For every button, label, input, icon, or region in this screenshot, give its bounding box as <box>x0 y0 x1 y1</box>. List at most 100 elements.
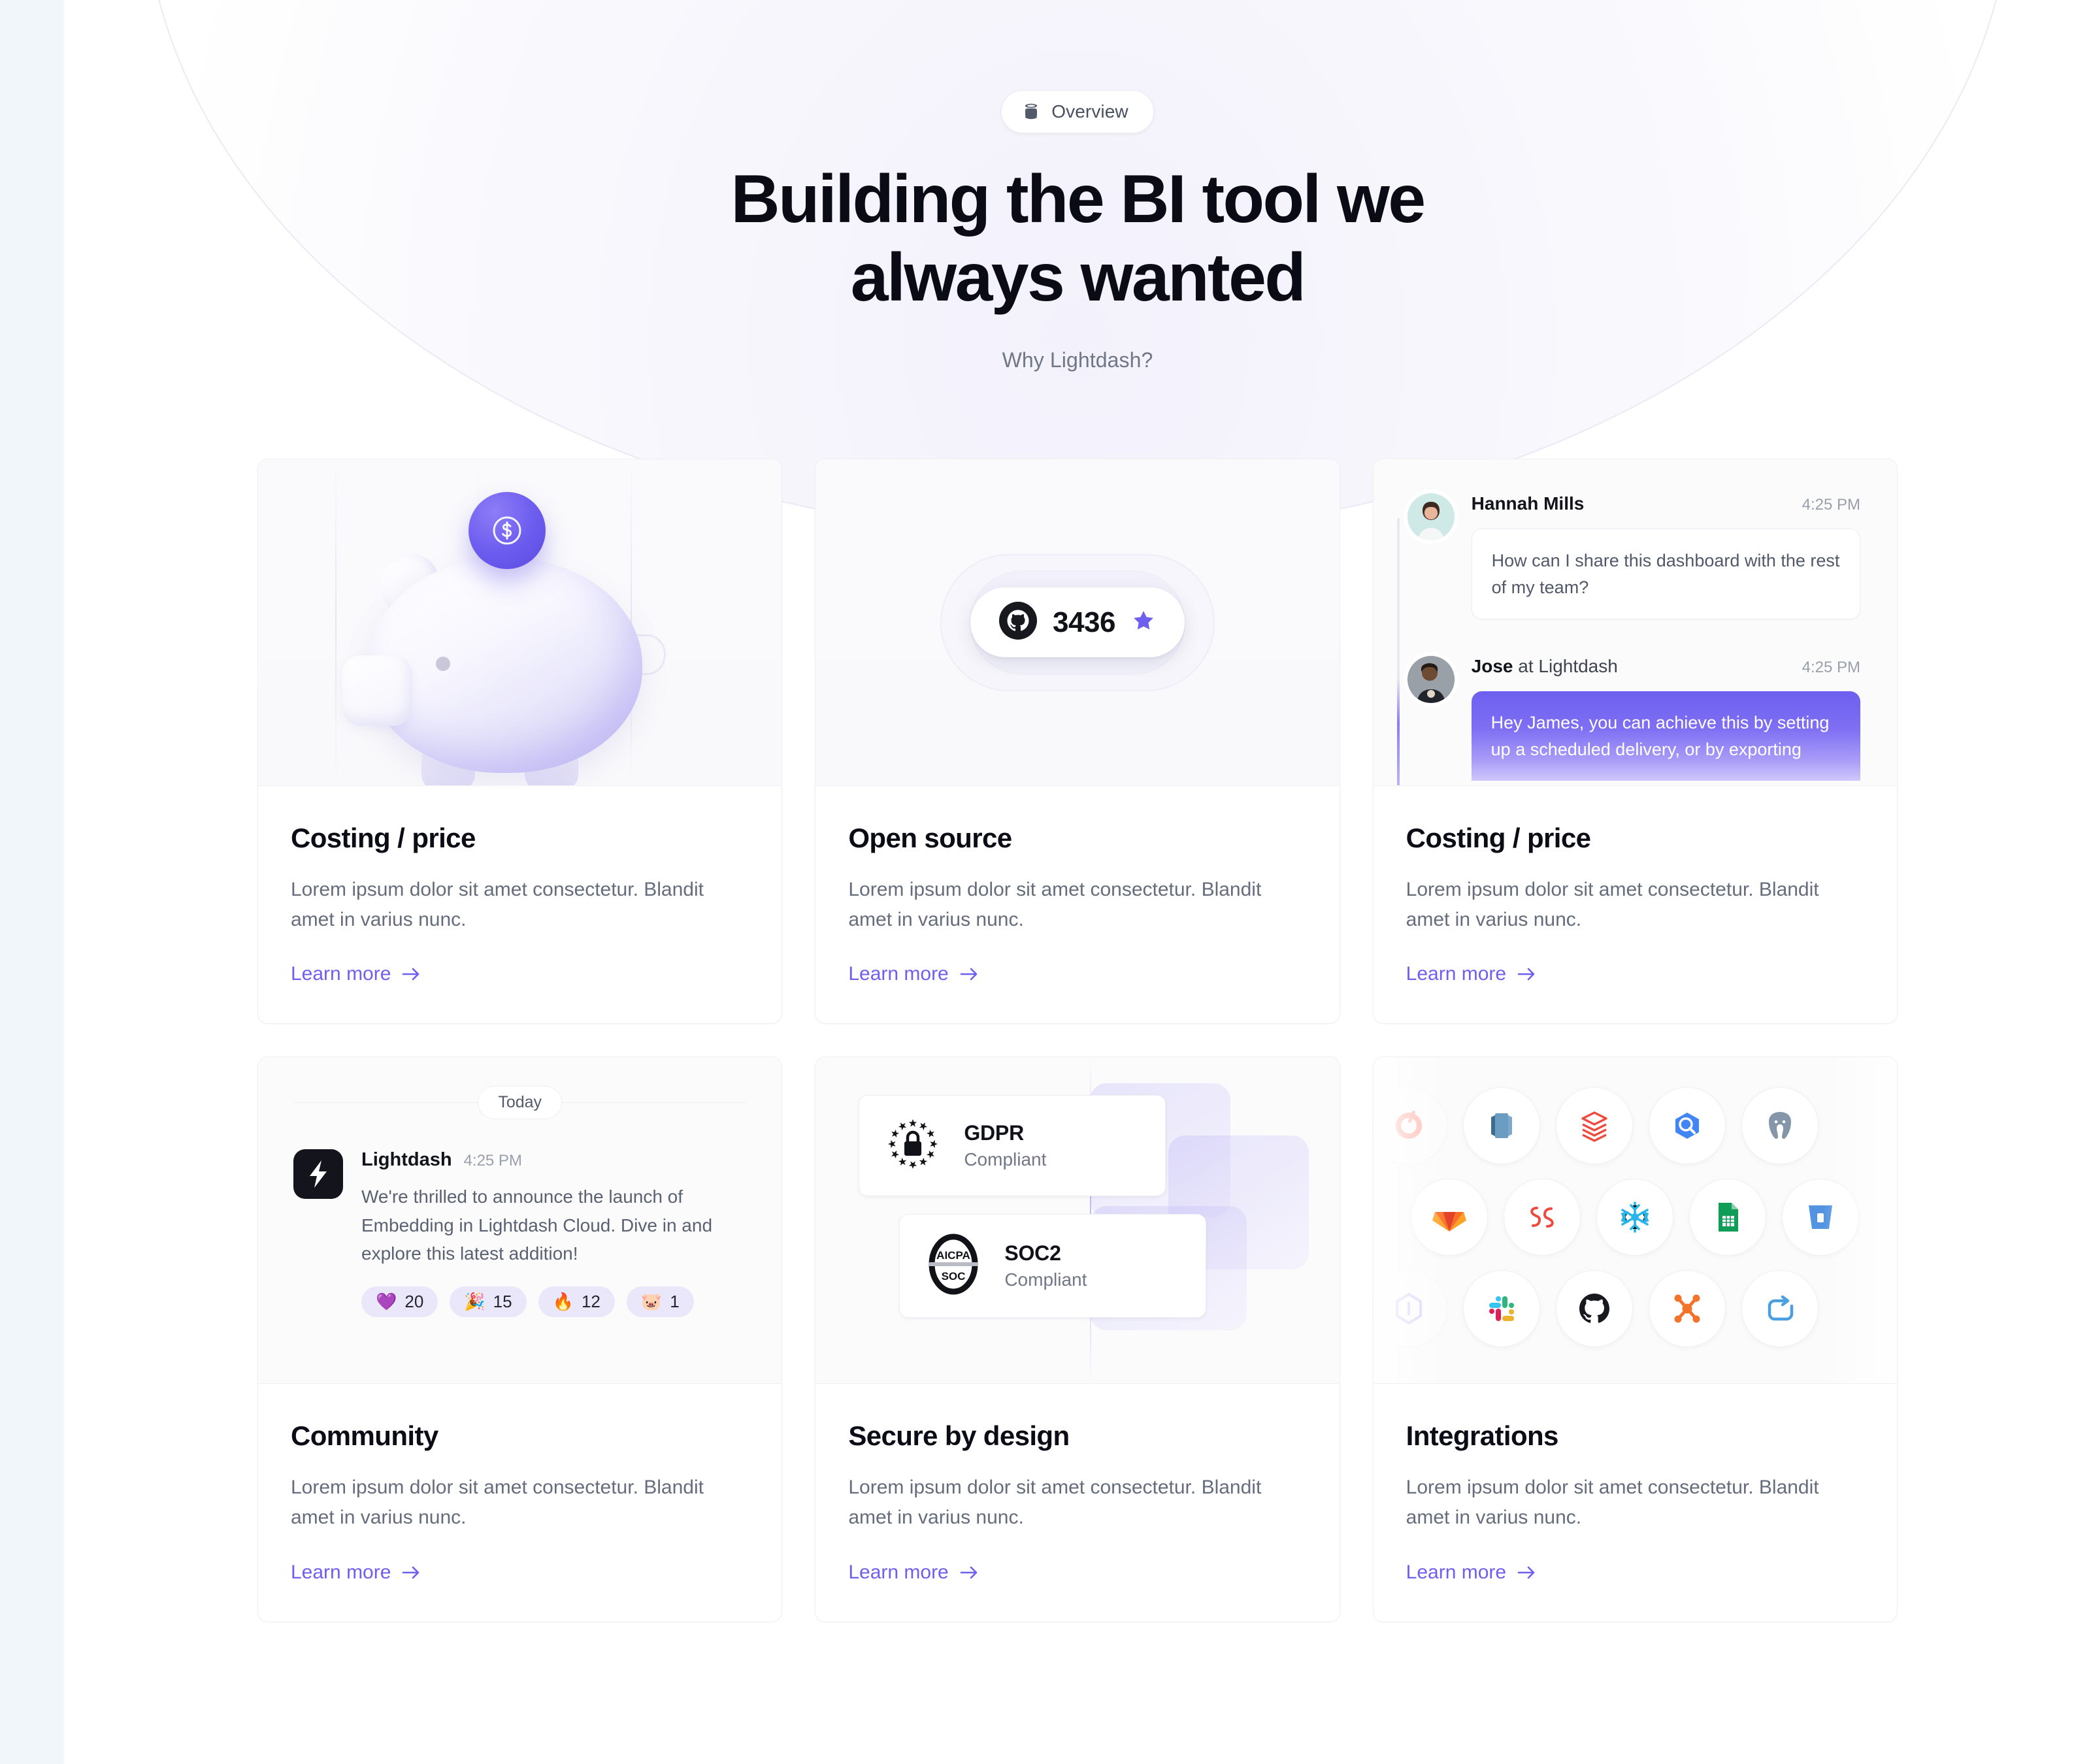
headline-line-2: always wanted <box>850 239 1306 316</box>
card-media-github-stars: 3436 <box>815 459 1340 787</box>
backdrop-stripe <box>335 459 337 786</box>
eyebrow-label: Overview <box>1051 101 1128 122</box>
chat-bubble: Hey James, you can achieve this by setti… <box>1471 691 1860 781</box>
avatar <box>1407 656 1455 704</box>
feature-card-costing-price-chat[interactable]: Hannah Mills 4:25 PM How can I share thi… <box>1372 459 1898 1024</box>
card-media-support-chat: Hannah Mills 4:25 PM How can I share thi… <box>1373 459 1897 787</box>
reaction-chip[interactable]: 🔥 12 <box>538 1286 615 1317</box>
badge-status: Compliant <box>964 1149 1047 1170</box>
card-media-compliance-badges: GDPR Compliant AICPA SOC SOC2 Compliant <box>815 1057 1340 1384</box>
feature-card-open-source[interactable]: 3436 Open source Lorem ipsum dolor sit a… <box>815 459 1340 1024</box>
reaction-chip[interactable]: 🐷 1 <box>626 1286 694 1317</box>
integration-row <box>1373 1270 1897 1348</box>
card-title: Secure by design <box>848 1420 1070 1452</box>
card-description: Lorem ipsum dolor sit amet consectetur. … <box>1406 879 1819 930</box>
card-media-piggy-bank <box>258 459 782 787</box>
card-body: Open source Lorem ipsum dolor sit amet c… <box>815 786 1339 1023</box>
card-description: Lorem ipsum dolor sit amet consectetur. … <box>291 1477 704 1528</box>
avatar <box>1407 493 1455 541</box>
party-popper-emoji: 🎉 <box>464 1292 486 1312</box>
separator-line <box>562 1102 747 1103</box>
learn-more-link[interactable]: Learn more <box>1406 963 1536 985</box>
github-icon <box>999 602 1038 643</box>
chat-author-name: Jose <box>1471 656 1513 677</box>
github-star-count: 3436 <box>1053 606 1115 638</box>
svg-text:SOC: SOC <box>942 1270 966 1282</box>
reaction-count: 1 <box>670 1291 680 1311</box>
github-star-pill[interactable]: 3436 <box>970 587 1185 658</box>
learn-more-link[interactable]: Learn more <box>291 1561 421 1584</box>
arrow-right-icon <box>959 966 979 983</box>
feature-card-community[interactable]: Today Lightdash 4:25 PM We're thrilled t… <box>257 1056 783 1622</box>
database-icon <box>1023 103 1040 121</box>
chat-bubble: How can I share this dashboard with the … <box>1471 529 1860 620</box>
learn-more-link[interactable]: Learn more <box>1406 1561 1536 1584</box>
badge-text: GDPR Compliant <box>964 1121 1046 1170</box>
card-body: Secure by design Lorem ipsum dolor sit a… <box>815 1384 1339 1621</box>
badge-title: GDPR <box>964 1121 1024 1145</box>
chat-timestamp: 4:25 PM <box>1802 496 1860 514</box>
card-body: Costing / price Lorem ipsum dolor sit am… <box>1374 786 1897 1023</box>
snowflake-icon <box>1596 1179 1674 1256</box>
card-description: Lorem ipsum dolor sit amet consectetur. … <box>291 879 704 930</box>
thread-connector <box>1396 518 1400 786</box>
slack-announcement: Today Lightdash 4:25 PM We're thrilled t… <box>258 1057 782 1383</box>
chat-message: Jose at Lightdash 4:25 PM Hey James, you… <box>1407 656 1860 781</box>
learn-more-link[interactable]: Learn more <box>291 963 421 985</box>
learn-more-label: Learn more <box>291 963 391 985</box>
card-title: Open source <box>848 823 1012 854</box>
slack-icon <box>1463 1270 1541 1348</box>
arrow-right-icon <box>1517 1564 1536 1581</box>
integration-row <box>1374 1179 1897 1256</box>
feature-card-secure-by-design[interactable]: GDPR Compliant AICPA SOC SOC2 Compliant … <box>815 1056 1340 1622</box>
dollar-coin-icon <box>469 492 546 570</box>
page-subtitle: Why Lightdash? <box>1002 348 1153 372</box>
chat-column: Hannah Mills 4:25 PM How can I share thi… <box>1471 493 1860 620</box>
card-title: Costing / price <box>1406 823 1591 854</box>
slack-message-body: Lightdash 4:25 PM We're thrilled to anno… <box>361 1149 746 1317</box>
chat-header: Jose at Lightdash 4:25 PM <box>1472 656 1860 677</box>
databricks-icon <box>1556 1087 1634 1165</box>
chat-timestamp: 4:25 PM <box>1802 659 1860 677</box>
learn-more-link[interactable]: Learn more <box>848 1561 978 1584</box>
reaction-list: 💜 20 🎉 15 🔥 12 🐷 1 <box>361 1286 746 1317</box>
arrow-right-icon <box>401 966 421 983</box>
learn-more-label: Learn more <box>291 1561 391 1583</box>
pig-face-emoji: 🐷 <box>640 1292 663 1312</box>
airbyte-icon <box>1649 1270 1726 1348</box>
slack-message: Lightdash 4:25 PM We're thrilled to anno… <box>293 1149 746 1317</box>
arrow-right-icon <box>959 1564 979 1581</box>
reaction-chip[interactable]: 💜 20 <box>361 1286 438 1317</box>
page-root: Overview Building the BI tool we always … <box>64 0 2091 1764</box>
piggy-snout <box>342 655 412 727</box>
arrow-right-icon <box>401 1564 421 1581</box>
chat-author-suffix: at Lightdash <box>1513 656 1618 677</box>
redshift-icon <box>1463 1087 1541 1165</box>
integration-row <box>1373 1087 1897 1165</box>
slack-timestamp: 4:25 PM <box>463 1152 522 1170</box>
badge-status: Compliant <box>1004 1269 1087 1290</box>
lightdash-bolt-icon <box>293 1149 343 1200</box>
azure-devops-icon <box>1741 1270 1819 1348</box>
feature-card-costing-price[interactable]: Costing / price Lorem ipsum dolor sit am… <box>257 459 783 1024</box>
fire-emoji: 🔥 <box>552 1292 574 1312</box>
card-description: Lorem ipsum dolor sit amet consectetur. … <box>1406 1477 1819 1528</box>
star-icon <box>1131 608 1156 636</box>
card-body: Integrations Lorem ipsum dolor sit amet … <box>1374 1384 1897 1621</box>
prefect-icon <box>1373 1270 1448 1348</box>
badge-title: SOC2 <box>1004 1241 1061 1266</box>
learn-more-link[interactable]: Learn more <box>848 963 978 985</box>
card-body: Costing / price Lorem ipsum dolor sit am… <box>258 786 782 1023</box>
aicpa-soc-icon: AICPA SOC <box>922 1232 985 1300</box>
chat-author: Jose at Lightdash <box>1472 656 1618 677</box>
feature-card-integrations[interactable]: Integrations Lorem ipsum dolor sit amet … <box>1372 1056 1898 1622</box>
support-chat-thread: Hannah Mills 4:25 PM How can I share thi… <box>1374 459 1897 786</box>
reaction-count: 12 <box>581 1291 601 1311</box>
compliance-badge-gdpr: GDPR Compliant <box>859 1095 1166 1197</box>
feature-card-grid: Costing / price Lorem ipsum dolor sit am… <box>257 459 1898 1622</box>
learn-more-label: Learn more <box>1406 1561 1507 1583</box>
reaction-chip[interactable]: 🎉 15 <box>450 1286 527 1317</box>
eyebrow-pill[interactable]: Overview <box>1001 90 1154 133</box>
card-media-integration-grid <box>1373 1057 1897 1384</box>
learn-more-label: Learn more <box>1406 963 1507 985</box>
